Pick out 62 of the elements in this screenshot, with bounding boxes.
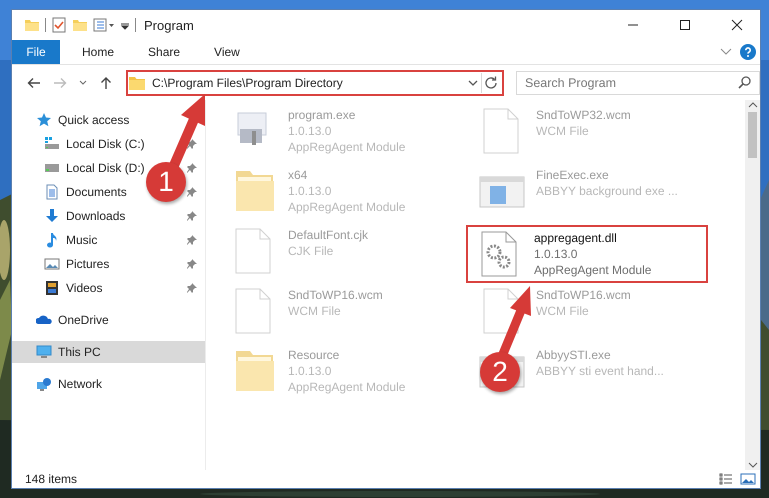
pin-icon[interactable] <box>187 259 197 269</box>
window-title: Program <box>144 18 194 32</box>
file-detail: 1.0.13.0 <box>288 123 332 139</box>
pin-icon[interactable] <box>187 163 197 173</box>
sidebar-item[interactable]: This PC <box>12 341 205 363</box>
file-detail: 1.0.13.0 <box>288 183 332 199</box>
checklist-icon[interactable] <box>51 17 67 33</box>
file-detail: WCM File <box>288 303 342 319</box>
drive-icon <box>44 136 60 152</box>
file-detail: AppRegAgent Module <box>534 262 652 278</box>
file-detail: WCM File <box>536 303 590 319</box>
maximize-icon <box>679 19 691 31</box>
scrollbar-thumb[interactable] <box>748 112 757 158</box>
film-icon <box>44 280 60 296</box>
file-detail: WCM File <box>536 123 590 139</box>
address-bar[interactable]: C:\Program Files\Program Directory <box>126 70 504 96</box>
sidebar-item[interactable]: Network <box>12 373 110 395</box>
pin-icon[interactable] <box>187 139 197 149</box>
file-detail: AppRegAgent Module <box>288 379 406 395</box>
file-detail: CJK File <box>288 243 334 259</box>
expand-ribbon-icon[interactable] <box>720 48 732 56</box>
file-detail: ABBYY sti event hand... <box>536 363 664 379</box>
sidebar-item[interactable]: OneDrive <box>12 309 117 331</box>
scrollbar[interactable] <box>745 100 760 470</box>
details-view-icon[interactable] <box>718 472 734 486</box>
scroll-up-icon[interactable] <box>748 100 758 110</box>
ribbon-tab[interactable]: View <box>202 40 252 64</box>
sidebar-item[interactable]: Local Disk (C:) <box>12 133 205 155</box>
down-arrow-icon <box>44 208 60 224</box>
sidebar-item[interactable]: Videos <box>12 277 205 299</box>
star-icon <box>36 112 52 128</box>
close-icon <box>731 19 743 31</box>
file-detail: ABBYY background exe ... <box>536 183 678 199</box>
item-count: 148 items <box>25 472 78 486</box>
file-detail: AppRegAgent Module <box>288 139 406 155</box>
network-icon <box>36 376 52 392</box>
ribbon-tab[interactable]: Share <box>136 40 192 64</box>
file-detail: 1.0.13.0 <box>288 363 332 379</box>
sidebar-item[interactable]: Pictures <box>12 253 205 275</box>
picture-icon <box>44 256 60 272</box>
folder-icon <box>128 74 146 90</box>
pin-icon[interactable] <box>187 283 197 293</box>
file-item[interactable]: appregagent.dll 1.0.13.0 AppRegAgent Module <box>466 225 708 283</box>
ribbon-tab[interactable]: Home <box>70 40 126 64</box>
scroll-down-icon[interactable] <box>748 460 758 470</box>
document-icon <box>44 184 60 200</box>
pin-icon[interactable] <box>187 211 197 221</box>
search-field[interactable]: Search Program <box>516 70 760 94</box>
help-icon[interactable] <box>740 44 756 60</box>
file-menu-tab[interactable]: File <box>12 40 60 64</box>
file-detail: AppRegAgent Module <box>288 199 406 215</box>
properties-icon[interactable] <box>93 17 115 33</box>
sidebar-item[interactable]: Downloads <box>12 205 205 227</box>
sidebar-item[interactable]: Quick access <box>12 109 138 131</box>
monitor-icon <box>36 344 52 360</box>
large-icons-view-icon[interactable] <box>740 472 756 486</box>
pin-icon[interactable] <box>187 187 197 197</box>
sidebar-item[interactable]: Music <box>12 229 205 251</box>
pin-icon[interactable] <box>187 235 197 245</box>
address-path: C:\Program Files\Program Directory <box>152 76 344 90</box>
file-name: appregagent.dll <box>534 230 618 246</box>
file-detail: 1.0.13.0 <box>534 246 578 262</box>
